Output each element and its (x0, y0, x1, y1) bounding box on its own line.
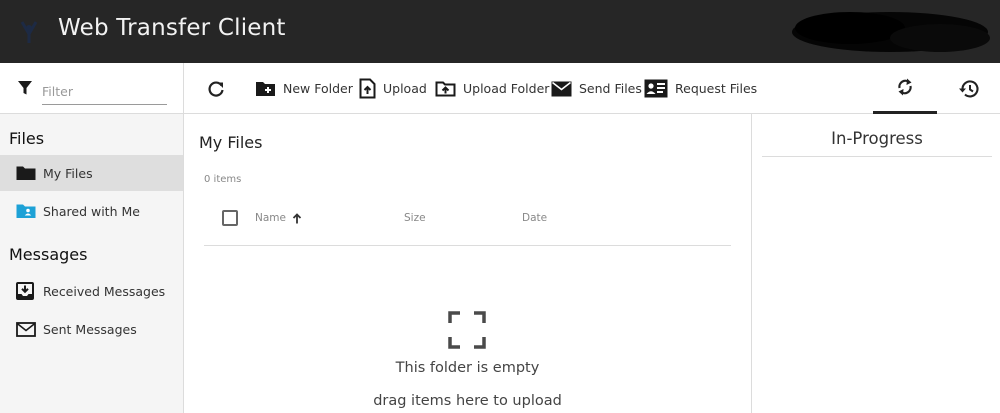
upload-folder-button[interactable]: Upload Folder (435, 63, 549, 114)
upload-folder-label: Upload Folder (463, 81, 550, 96)
refresh-icon (208, 80, 224, 97)
new-folder-label: New Folder (283, 81, 353, 96)
send-files-button[interactable]: Send Files (551, 63, 642, 114)
files-heading: Files (9, 129, 45, 148)
sidebar-item-sent-messages[interactable]: Sent Messages (0, 311, 183, 347)
user-account-area[interactable] (790, 8, 995, 56)
request-files-icon (644, 79, 668, 98)
column-name-label: Name (255, 212, 286, 224)
shared-folder-icon (16, 204, 36, 218)
sent-messages-icon (16, 321, 36, 337)
logo-icon (20, 21, 38, 43)
app-header: Web Transfer Client (0, 0, 1000, 63)
column-name[interactable]: Name (255, 212, 302, 224)
empty-state-title: This folder is empty (395, 360, 540, 376)
in-progress-panel: In-Progress (751, 114, 1000, 413)
toolbar: New Folder Upload Upload Folder Send Fil… (0, 63, 1000, 114)
filter-area (0, 63, 184, 114)
item-count: 0 items (204, 174, 242, 185)
sort-up-icon (292, 212, 302, 223)
page-title: My Files (199, 133, 263, 152)
filter-input[interactable] (42, 79, 167, 105)
upload-button[interactable]: Upload (359, 63, 427, 114)
upload-icon (359, 78, 376, 99)
filter-icon (18, 81, 32, 95)
sidebar-item-label: Sent Messages (43, 321, 137, 337)
in-progress-title: In-Progress (762, 129, 992, 157)
send-files-icon (551, 81, 572, 96)
select-all-checkbox[interactable] (222, 210, 238, 226)
empty-state-subtitle: drag items here to upload (373, 393, 562, 409)
column-date[interactable]: Date (522, 212, 547, 224)
sidebar-item-label: Shared with Me (43, 203, 140, 219)
sync-icon (898, 78, 912, 96)
sidebar-item-shared-with-me[interactable]: Shared with Me (0, 193, 183, 229)
sidebar: Files My Files Shared with Me Messages R… (0, 114, 184, 413)
send-files-label: Send Files (579, 81, 642, 96)
request-files-button[interactable]: Request Files (644, 63, 757, 114)
messages-heading: Messages (9, 245, 88, 264)
upload-label: Upload (383, 81, 427, 96)
tab-history[interactable] (937, 63, 1000, 114)
sidebar-item-my-files[interactable]: My Files (0, 155, 183, 191)
upload-folder-icon (435, 81, 456, 97)
table-header: Name Size Date (204, 202, 731, 246)
file-list-panel: My Files 0 items Name Size Date This fol… (184, 114, 751, 413)
request-files-label: Request Files (675, 81, 758, 96)
sidebar-item-label: Received Messages (43, 283, 166, 299)
folder-icon (16, 166, 36, 180)
tab-in-progress[interactable] (873, 63, 937, 114)
refresh-button[interactable] (206, 63, 226, 114)
new-folder-icon (256, 82, 275, 96)
received-messages-icon (16, 282, 34, 300)
sidebar-item-received-messages[interactable]: Received Messages (0, 273, 183, 309)
app-title: Web Transfer Client (58, 15, 286, 41)
sidebar-item-label: My Files (43, 165, 93, 181)
empty-frame-icon (448, 311, 486, 349)
new-folder-button[interactable]: New Folder (255, 63, 353, 114)
history-icon (959, 79, 979, 97)
column-size[interactable]: Size (404, 212, 426, 224)
